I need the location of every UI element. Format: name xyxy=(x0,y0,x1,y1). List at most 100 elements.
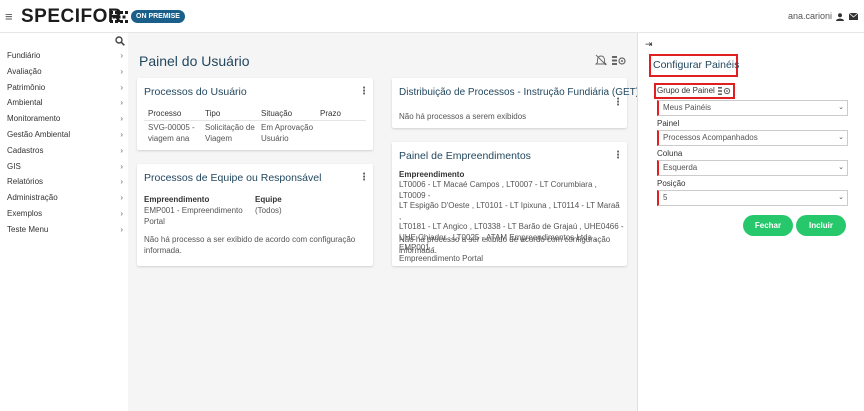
more-vertical-icon[interactable]: ⋮ xyxy=(613,98,623,108)
sidebar-item-gis[interactable]: GIS › xyxy=(0,159,128,175)
dashboard-tools xyxy=(594,54,626,66)
chevron-right-icon: › xyxy=(120,114,123,124)
select-value: 5 xyxy=(663,193,668,202)
chevron-down-icon: ⌄ xyxy=(838,134,844,141)
grupo-painel-select[interactable]: Meus Painéis ⌄ xyxy=(657,100,848,116)
empty-message-line: Não há processo a ser exibido de acordo … xyxy=(144,235,356,244)
sidebar-item-administracao[interactable]: Administração › xyxy=(0,190,128,206)
sidebar-item-label: GIS xyxy=(7,161,21,171)
cell-situacao-line: Usuário xyxy=(261,133,289,143)
col-header-empreendimento: Empreendimento xyxy=(144,195,210,204)
sidebar-item-label: Relatórios xyxy=(7,177,44,187)
sidebar-item-label: Teste Menu xyxy=(7,224,49,234)
envelope-icon[interactable] xyxy=(849,13,858,21)
page-title: Painel do Usuário xyxy=(139,53,250,69)
sidebar-item-relatorios[interactable]: Relatórios › xyxy=(0,174,128,190)
sidebar-item-label: Exemplos xyxy=(7,208,43,218)
sidebar-item-label: Ambiental xyxy=(7,98,43,108)
painel-select[interactable]: Processos Acompanhados ⌄ xyxy=(657,130,848,146)
posicao-select[interactable]: 5 ⌄ xyxy=(657,190,848,206)
chevron-down-icon: ⌄ xyxy=(838,104,844,111)
cell-equipe: (Todos) xyxy=(255,206,282,215)
top-bar: ≡ SPECIFOR ON PREMISE ana.carioni xyxy=(0,0,864,33)
fechar-button[interactable]: Fechar xyxy=(743,215,793,236)
select-value: Esquerda xyxy=(663,163,698,172)
app-logo[interactable]: SPECIFOR xyxy=(21,7,122,27)
bell-off-icon[interactable] xyxy=(594,54,608,66)
on-premise-badge: ON PREMISE xyxy=(131,10,185,23)
card-processos-usuario: Processos do Usuário ⋮ Processo Tipo Sit… xyxy=(137,78,373,150)
search-icon[interactable] xyxy=(115,36,125,46)
chevron-right-icon: › xyxy=(120,145,123,155)
cell-situacao: Em Aprovação Usuário xyxy=(261,123,313,144)
panel-settings-icon[interactable] xyxy=(612,56,626,65)
col-header-situacao: Situação xyxy=(261,109,293,118)
sidebar-item-label: Administração xyxy=(7,193,58,203)
user-name: ana.carioni xyxy=(787,11,832,21)
sidebar-item-patrimonio[interactable]: Patrimônio › xyxy=(0,80,128,96)
chevron-right-icon: › xyxy=(120,129,123,139)
chevron-right-icon: › xyxy=(120,66,123,76)
posicao-label: Posição xyxy=(657,179,686,188)
card-painel-empreendimentos: Painel de Empreendimentos ⋮ Empreendimen… xyxy=(392,142,627,266)
col-header-tipo: Tipo xyxy=(205,109,221,118)
cell-tipo-line: Solicitação de xyxy=(205,123,255,132)
select-value: Meus Painéis xyxy=(663,103,712,112)
col-header-processo: Processo xyxy=(148,109,182,118)
empty-message: Não há processo a ser exibido de acordo … xyxy=(144,235,355,256)
more-vertical-icon[interactable]: ⋮ xyxy=(359,173,369,183)
sidebar-item-monitoramento[interactable]: Monitoramento › xyxy=(0,111,128,127)
hamburger-menu-icon[interactable]: ≡ xyxy=(5,10,13,23)
sidebar: Fundiário › Avaliação › Patrimônio › Ambien… xyxy=(0,33,128,411)
painel-label: Painel xyxy=(657,119,680,128)
grupo-painel-label: Grupo de Painel xyxy=(657,86,715,95)
cell-tipo-line: Viagem xyxy=(205,133,232,143)
cell-processo-line: SVG-00005 - xyxy=(148,123,195,132)
sidebar-item-gestao-ambiental[interactable]: Gestão Ambiental › xyxy=(0,127,128,143)
cell-tipo: Solicitação de Viagem xyxy=(205,123,255,144)
header-divider xyxy=(144,120,366,121)
sidebar-item-label: Avaliação xyxy=(7,66,42,76)
panel-settings-icon[interactable] xyxy=(718,86,731,96)
chevron-right-icon: › xyxy=(120,193,123,203)
empty-message-line: Não há processo a ser exibido de acordo … xyxy=(399,235,611,244)
empty-message-line: informada. xyxy=(399,245,437,255)
card-title: Processos de Equipe ou Responsável xyxy=(144,172,322,184)
sidebar-item-teste-menu[interactable]: Teste Menu › xyxy=(0,222,128,238)
col-header-prazo: Prazo xyxy=(320,109,341,118)
user-menu[interactable]: ana.carioni xyxy=(788,11,858,22)
cell-processo-line: viagem ana xyxy=(148,133,190,143)
col-header-equipe: Equipe xyxy=(255,195,282,204)
sidebar-item-ambiental[interactable]: Ambiental › xyxy=(0,95,128,111)
select-value: Processos Acompanhados xyxy=(663,133,758,142)
sidebar-item-label: Cadastros xyxy=(7,145,44,155)
more-vertical-icon[interactable]: ⋮ xyxy=(613,151,623,161)
cell-empreendimento-line: Portal xyxy=(144,216,165,226)
empty-message-line: informada. xyxy=(144,245,182,255)
panel-title: Configurar Painéis xyxy=(653,59,740,71)
sidebar-item-cadastros[interactable]: Cadastros › xyxy=(0,143,128,159)
chevron-right-icon: › xyxy=(120,161,123,171)
more-vertical-icon[interactable]: ⋮ xyxy=(359,87,369,97)
chevron-right-icon: › xyxy=(120,177,123,187)
incluir-button[interactable]: Incluir xyxy=(796,215,846,236)
cell-processo[interactable]: SVG-00005 - viagem ana xyxy=(148,123,195,144)
coluna-select[interactable]: Esquerda ⌄ xyxy=(657,160,848,176)
card-distribuicao-processos: Distribuição de Processos - Instrução Fu… xyxy=(392,78,639,128)
chevron-right-icon: › xyxy=(120,51,123,60)
card-title: Painel de Empreendimentos xyxy=(399,150,531,162)
logo-dots-icon xyxy=(110,11,128,23)
cell-empreendimento-line: EMP001 - Empreendimento xyxy=(144,206,243,215)
coluna-label: Coluna xyxy=(657,149,683,158)
empreendimentos-line: LT0181 - LT Angico , LT0338 - LT Barão d… xyxy=(399,222,624,231)
empty-message: Não há processos a serem exibidos xyxy=(399,112,527,121)
sidebar-item-avaliacao[interactable]: Avaliação › xyxy=(0,64,128,80)
sidebar-item-label: Fundiário xyxy=(7,51,41,60)
chevron-right-icon: › xyxy=(120,98,123,108)
sidebar-item-exemplos[interactable]: Exemplos › xyxy=(0,206,128,222)
cell-empreendimento: EMP001 - Empreendimento Portal xyxy=(144,206,243,227)
sidebar-item-fundiario[interactable]: Fundiário › xyxy=(0,48,128,64)
card-title: Processos do Usuário xyxy=(144,86,247,98)
empreendimentos-line: LT0006 - LT Macaé Campos , LT0007 - LT C… xyxy=(399,180,597,200)
collapse-panel-icon[interactable]: ⇥ xyxy=(645,39,653,50)
